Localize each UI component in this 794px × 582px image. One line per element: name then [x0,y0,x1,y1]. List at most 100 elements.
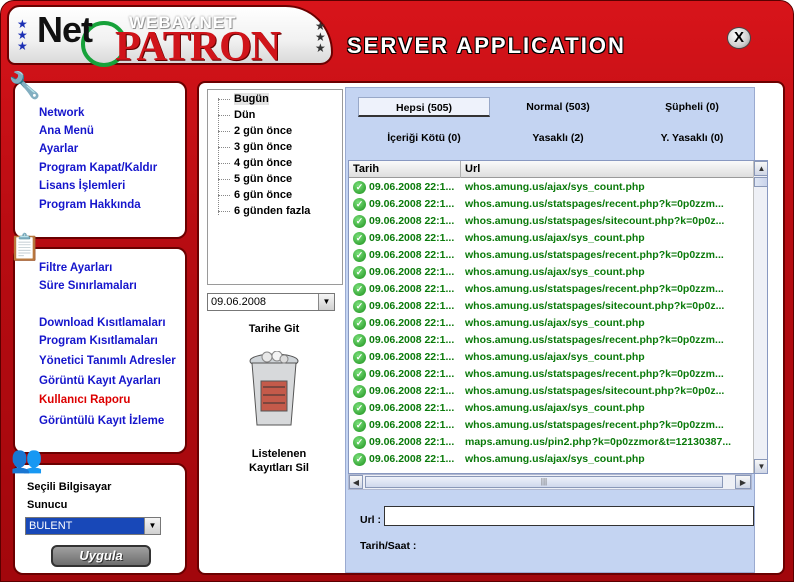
menu-download-kisitlamalari[interactable]: Download Kısıtlamaları [39,317,166,329]
tree-item-6-gun[interactable]: 6 gün önce [218,188,292,202]
timestamp-label: Tarih/Saat : [360,540,417,552]
row-url: whos.amung.us/statspages/recent.php?k=0p… [465,198,724,210]
scroll-left-icon[interactable]: ◀ [349,475,363,489]
computer-select[interactable]: BULENT ▼ [25,517,161,535]
menu-goruntu-kayit-ayarlari[interactable]: Görüntü Kayıt Ayarları [39,375,161,387]
row-url: whos.amung.us/statspages/sitecount.php?k… [465,385,725,397]
check-status-icon: ✓ [353,436,366,449]
records-table: Tarih Url ✓ 09.06.2008 22:1... whos.amung.… [348,160,768,474]
menu-kullanici-raporu[interactable]: Kullanıcı Raporu [39,394,130,406]
menu-goruntulu-kayit-izleme[interactable]: Görüntülü Kayıt İzleme [39,415,164,427]
column-url[interactable]: Url [461,161,753,178]
check-status-icon: ✓ [353,402,366,415]
menu-network[interactable]: Network [39,107,84,119]
horizontal-scrollbar[interactable]: ◀ ||| ▶ [348,474,752,490]
check-status-icon: ✓ [353,419,366,432]
menu-program-hakkinda[interactable]: Program Hakkında [39,199,141,211]
table-row[interactable]: ✓ 09.06.2008 22:1... whos.amung.us/statspa… [349,298,753,315]
vertical-scrollbar[interactable]: ▲ ▼ [753,161,767,473]
settings-icon: 📋 [8,232,42,262]
close-button[interactable]: X [727,27,751,49]
menu-yonetici-adresler[interactable]: Yönetici Tanımlı Adresler [39,355,176,367]
menu-ana-menu[interactable]: Ana Menü [39,125,94,137]
apply-button[interactable]: Uygula [51,545,151,567]
tree-item-6-gunden-fazla[interactable]: 6 günden fazla [218,204,310,218]
table-row[interactable]: ✓ 09.06.2008 22:1... whos.amung.us/statspa… [349,383,753,400]
check-status-icon: ✓ [353,249,366,262]
table-row[interactable]: ✓ 09.06.2008 22:1... whos.amung.us/statspa… [349,247,753,264]
column-tarih[interactable]: Tarih [349,161,461,178]
tab-yasakli[interactable]: Yasaklı (2) [492,128,624,148]
table-row[interactable]: ✓ 09.06.2008 22:1... whos.amung.us/ajax/sy… [349,230,753,247]
table-row[interactable]: ✓ 09.06.2008 22:1... whos.amung.us/ajax/sy… [349,349,753,366]
tree-item-2-gun[interactable]: 2 gün önce [218,124,292,138]
h-scroll-thumb[interactable]: ||| [365,476,723,488]
table-row[interactable]: ✓ 09.06.2008 22:1... whos.amung.us/ajax/sy… [349,179,753,196]
row-date: 09.06.2008 22:1... [369,351,455,363]
scroll-up-icon[interactable]: ▲ [754,161,767,176]
row-url: whos.amung.us/statspages/sitecount.php?k… [465,300,725,312]
tree-item-5-gun[interactable]: 5 gün önce [218,172,292,186]
tree-item-4-gun[interactable]: 4 gün önce [218,156,292,170]
row-date: 09.06.2008 22:1... [369,181,455,193]
menu-lisans[interactable]: Lisans İşlemleri [39,180,125,192]
trash-icon[interactable] [247,351,301,431]
check-status-icon: ✓ [353,181,366,194]
check-status-icon: ✓ [353,385,366,398]
main-panel: Bugün Dün 2 gün önce 3 gün önce 4 gün ön… [197,81,785,575]
url-label: Url : [360,514,381,526]
tab-y-yasakli[interactable]: Y. Yasaklı (0) [626,128,758,148]
table-row[interactable]: ✓ 09.06.2008 22:1... whos.amung.us/statspa… [349,281,753,298]
tree-item-3-gun[interactable]: 3 gün önce [218,140,292,154]
go-to-date-button[interactable]: Tarihe Git [199,323,349,335]
stars-left-icon: ★ ★ ★ [17,17,28,53]
delete-listed-label[interactable]: Listelenen Kayıtları Sil [199,447,359,475]
table-row[interactable]: ✓ 09.06.2008 22:1... whos.amung.us/ajax/sy… [349,315,753,332]
users-icon: 👥 [10,444,44,474]
table-row[interactable]: ✓ 09.06.2008 22:1... whos.amung.us/statspa… [349,332,753,349]
date-picker[interactable]: 09.06.2008 ▼ [207,293,335,311]
row-url: whos.amung.us/statspages/sitecount.php?k… [465,215,725,227]
menu-filtre-ayarlari[interactable]: Filtre Ayarları [39,262,112,274]
wrench-icon: 🔧 [8,70,42,100]
table-rows: ✓ 09.06.2008 22:1... whos.amung.us/ajax/sy… [349,179,753,473]
tree-item-dun[interactable]: Dün [218,108,255,122]
row-url: whos.amung.us/ajax/sys_count.php [465,317,645,329]
table-header: Tarih Url [349,161,753,178]
row-url: whos.amung.us/statspages/recent.php?k=0p… [465,419,724,431]
check-status-icon: ✓ [353,368,366,381]
row-url: whos.amung.us/statspages/recent.php?k=0p… [465,249,724,261]
chevron-down-icon[interactable]: ▼ [144,518,160,534]
table-row[interactable]: ✓ 09.06.2008 22:1... whos.amung.us/statspa… [349,196,753,213]
table-row[interactable]: ✓ 09.06.2008 22:1... maps.amung.us/pin2.ph… [349,434,753,451]
menu-sure-sinirlamalari[interactable]: Süre Sınırlamaları [39,280,137,292]
table-row[interactable]: ✓ 09.06.2008 22:1... whos.amung.us/ajax/sy… [349,451,753,468]
row-date: 09.06.2008 22:1... [369,232,455,244]
table-row[interactable]: ✓ 09.06.2008 22:1... whos.amung.us/statspa… [349,366,753,383]
row-url: whos.amung.us/ajax/sys_count.php [465,266,645,278]
menu-ayarlar[interactable]: Ayarlar [39,143,78,155]
stars-right-icon: ★ ★ ★ [315,19,326,55]
menu-program-kapat[interactable]: Program Kapat/Kaldır [39,162,157,174]
table-row[interactable]: ✓ 09.06.2008 22:1... whos.amung.us/statspa… [349,417,753,434]
scroll-down-icon[interactable]: ▼ [754,459,767,473]
tab-supheli[interactable]: Şüpheli (0) [626,97,758,117]
records-area: Hepsi (505) Normal (503) Şüpheli (0) İçe… [345,87,768,573]
tree-item-bugun[interactable]: Bugün [218,92,269,106]
tab-icerigi-kotu[interactable]: İçeriği Kötü (0) [358,128,490,148]
url-field[interactable] [384,506,754,526]
server-label: Sunucu [27,499,68,511]
menu-program-kisitlamalari[interactable]: Program Kısıtlamaları [39,335,158,347]
logo-patron-text: PATRON [115,24,281,70]
row-date: 09.06.2008 22:1... [369,334,455,346]
tab-hepsi[interactable]: Hepsi (505) [358,97,490,117]
scroll-right-icon[interactable]: ▶ [735,475,751,489]
tab-normal[interactable]: Normal (503) [492,97,624,117]
delete-listed-line2: Kayıtları Sil [249,462,309,474]
table-row[interactable]: ✓ 09.06.2008 22:1... whos.amung.us/ajax/sy… [349,400,753,417]
row-url: whos.amung.us/ajax/sys_count.php [465,453,645,465]
table-row[interactable]: ✓ 09.06.2008 22:1... whos.amung.us/statspa… [349,213,753,230]
table-row[interactable]: ✓ 09.06.2008 22:1... whos.amung.us/ajax/sy… [349,264,753,281]
chevron-down-icon[interactable]: ▼ [318,294,334,310]
scroll-thumb[interactable] [754,177,767,187]
